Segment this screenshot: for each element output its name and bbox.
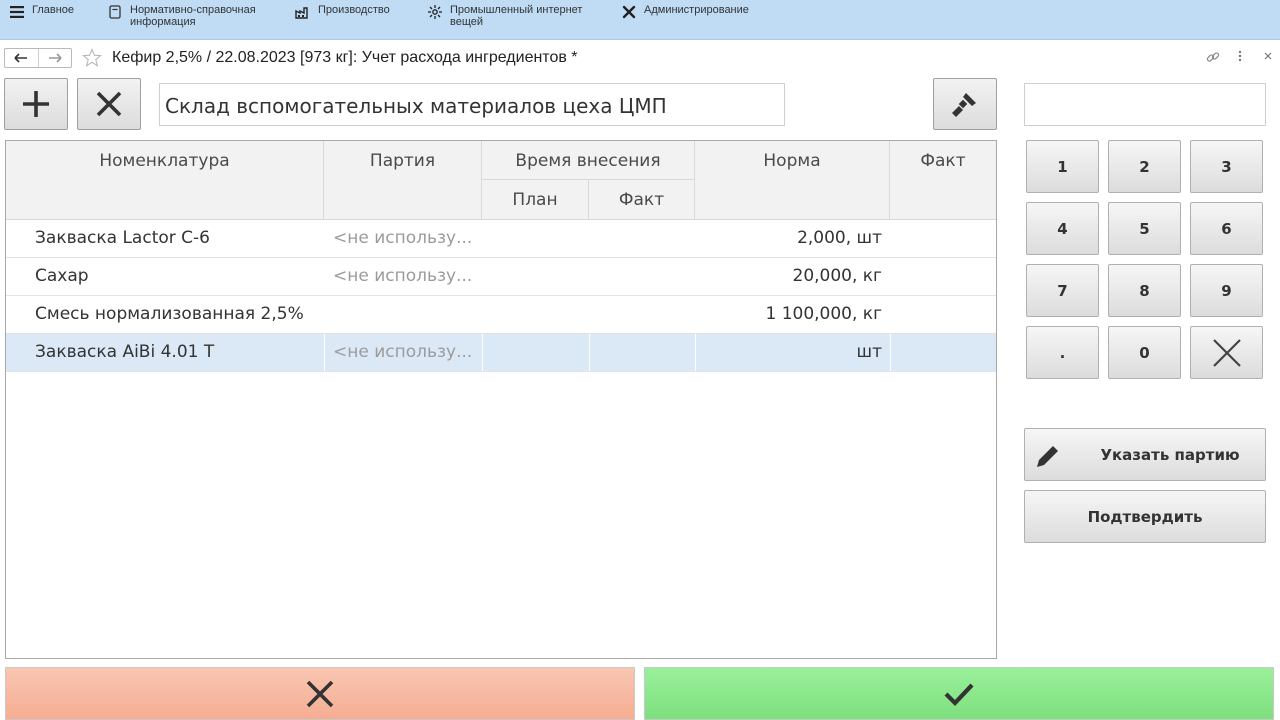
confirm-label: Подтвердить <box>1087 507 1203 526</box>
row-divider <box>324 334 325 371</box>
menu-item-admin[interactable]: Администрирование <box>620 4 784 21</box>
key-4[interactable]: 4 <box>1026 202 1099 255</box>
key-3[interactable]: 3 <box>1190 140 1263 193</box>
cross-icon <box>96 91 122 117</box>
header-fact[interactable]: Факт <box>890 141 996 220</box>
menu-label-iot: Промышленный интернет вещей <box>450 4 583 28</box>
cell-norma: 1 100,000, кг <box>765 304 882 324</box>
window-title: Кефир 2,5% / 22.08.2023 [973 кг]: Учет р… <box>112 49 578 66</box>
cell-norma: шт <box>856 342 882 362</box>
arrow-left-icon <box>14 53 28 63</box>
cell-name: Закваска Lactor C-6 <box>35 228 210 248</box>
row-divider <box>589 334 590 371</box>
header-time[interactable]: Время внесения <box>482 141 695 180</box>
menu-item-iot[interactable]: Промышленный интернет вещей <box>426 4 596 28</box>
more-menu-icon[interactable] <box>1238 50 1242 65</box>
header-norma[interactable]: Норма <box>695 141 890 220</box>
numeric-input[interactable] <box>1024 83 1266 126</box>
pencil-icon <box>1037 446 1058 467</box>
table-row[interactable]: Закваска Lactor C-6 <не использу... 2,00… <box>6 220 996 258</box>
menu-label-production: Производство <box>318 4 390 16</box>
top-menu-bar: Главное Нормативно-справочная информация… <box>0 0 1280 40</box>
ingredients-table: Номенклатура Партия Время внесения План … <box>5 140 997 659</box>
header-fact-time[interactable]: Факт <box>589 180 695 220</box>
cell-party[interactable]: <не использу... <box>333 334 483 371</box>
set-party-label: Указать партию <box>1100 445 1240 464</box>
ok-button[interactable] <box>644 667 1274 720</box>
history-nav <box>4 48 72 68</box>
cell-name: Сахар <box>35 266 89 286</box>
cross-icon <box>306 680 334 707</box>
key-6[interactable]: 6 <box>1190 202 1263 255</box>
brush-icon <box>952 93 976 117</box>
table-row-selected[interactable]: Закваска AiBi 4.01 T <не использу... шт <box>6 334 996 372</box>
row-divider <box>482 334 483 371</box>
clear-icon <box>1212 338 1241 367</box>
warehouse-field[interactable]: Склад вспомогательных материалов цеха ЦМ… <box>159 83 785 126</box>
set-party-button[interactable]: Указать партию <box>1024 428 1266 481</box>
table-row[interactable]: Смесь нормализованная 2,5% 1 100,000, кг <box>6 296 996 334</box>
cell-party[interactable]: <не использу... <box>333 220 483 257</box>
key-2[interactable]: 2 <box>1108 140 1181 193</box>
menu-item-reference[interactable]: Нормативно-справочная информация <box>106 4 270 28</box>
key-1[interactable]: 1 <box>1026 140 1099 193</box>
delete-row-button[interactable] <box>77 78 141 130</box>
menu-label-main: Главное <box>32 4 75 16</box>
header-plan[interactable]: План <box>482 180 589 220</box>
confirm-button[interactable]: Подтвердить <box>1024 490 1266 543</box>
favorite-star-icon[interactable] <box>81 48 103 72</box>
checkmark-icon <box>944 683 974 706</box>
plus-icon <box>23 91 49 117</box>
key-9[interactable]: 9 <box>1190 264 1263 317</box>
cell-norma: 2,000, шт <box>797 228 882 248</box>
row-divider <box>890 334 891 371</box>
cell-party[interactable]: <не использу... <box>333 258 483 295</box>
arrow-right-icon <box>48 53 62 63</box>
factory-icon <box>294 3 312 21</box>
document-icon <box>106 3 124 21</box>
menu-label-reference: Нормативно-справочная информация <box>130 4 256 28</box>
header-name[interactable]: Номенклатура <box>6 141 324 220</box>
key-clear[interactable] <box>1190 326 1263 379</box>
menu-item-main[interactable]: Главное <box>8 4 92 21</box>
clear-brush-button[interactable] <box>933 78 997 130</box>
key-0[interactable]: 0 <box>1108 326 1181 379</box>
key-5[interactable]: 5 <box>1108 202 1181 255</box>
cell-name: Закваска AiBi 4.01 T <box>35 342 215 362</box>
back-button[interactable] <box>5 49 38 67</box>
cell-name: Смесь нормализованная 2,5% <box>35 304 304 324</box>
iot-icon <box>426 3 444 21</box>
link-icon[interactable] <box>1206 50 1220 67</box>
cell-norma: 20,000, кг <box>792 266 883 286</box>
menu-item-production[interactable]: Производство <box>294 4 418 21</box>
key-7[interactable]: 7 <box>1026 264 1099 317</box>
close-window-icon[interactable] <box>1263 50 1273 64</box>
hamburger-icon <box>8 3 26 21</box>
add-row-button[interactable] <box>4 78 68 130</box>
cell-party[interactable] <box>333 296 483 333</box>
menu-label-admin: Администрирование <box>644 4 749 16</box>
tools-icon <box>620 3 638 21</box>
cancel-button[interactable] <box>5 667 635 720</box>
forward-button[interactable] <box>37 49 72 67</box>
key-dot[interactable]: . <box>1026 326 1099 379</box>
header-party[interactable]: Партия <box>324 141 482 220</box>
table-row[interactable]: Сахар <не использу... 20,000, кг <box>6 258 996 296</box>
key-8[interactable]: 8 <box>1108 264 1181 317</box>
